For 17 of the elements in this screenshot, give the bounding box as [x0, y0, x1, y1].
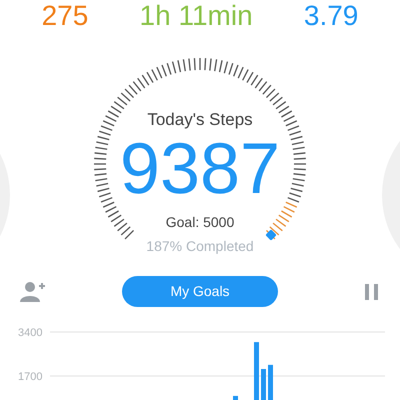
pause-icon[interactable] [364, 283, 380, 301]
steps-count: 9387 [120, 130, 280, 208]
steps-title: Today's Steps [147, 110, 253, 130]
my-goals-button[interactable]: My Goals [122, 276, 278, 307]
goal-text: Goal: 5000 [166, 213, 234, 231]
chart-bar [233, 396, 238, 400]
summary-value: 3.79 [304, 0, 358, 32]
chart-bar [261, 369, 266, 400]
progress-marker-icon [264, 228, 277, 241]
chart-bar [254, 342, 259, 400]
summary-value: 275 [42, 0, 88, 32]
completed-text: 187% Completed [146, 237, 254, 255]
axis-label: 3400 [18, 327, 42, 339]
chart-bar [268, 364, 273, 400]
add-person-icon[interactable] [20, 281, 46, 303]
axis-label: 1700 [18, 371, 42, 383]
summary-value: 1h 11min [140, 0, 253, 32]
